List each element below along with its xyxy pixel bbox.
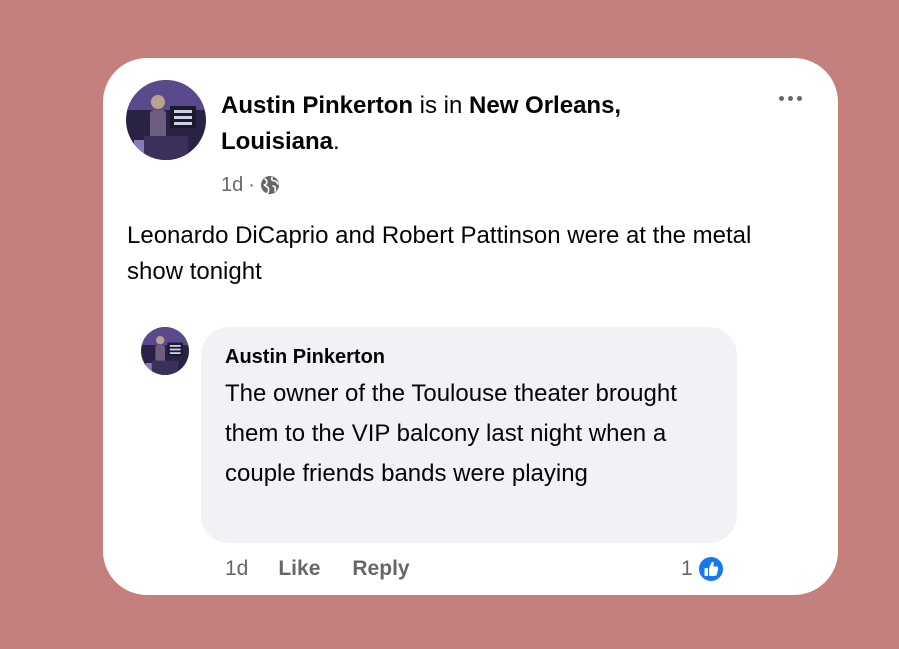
- reaction-count: 1: [681, 557, 693, 580]
- more-dot: [778, 95, 784, 101]
- more-options-icon[interactable]: [770, 86, 810, 110]
- post-header: Austin Pinkerton is in New Orleans, Loui…: [221, 88, 741, 160]
- like-button[interactable]: Like: [278, 557, 320, 581]
- header-period: .: [333, 128, 340, 155]
- comment-author-name[interactable]: Austin Pinkerton: [225, 344, 715, 370]
- like-reaction-icon: [696, 555, 725, 583]
- meta-separator: ·: [248, 173, 255, 196]
- comment-author-avatar[interactable]: [141, 327, 189, 375]
- more-dot: [796, 95, 802, 101]
- globe-icon[interactable]: [260, 175, 280, 195]
- reply-button[interactable]: Reply: [352, 557, 409, 581]
- comment-timestamp[interactable]: 1d: [225, 557, 248, 581]
- post-body-text: Leonardo DiCaprio and Robert Pattinson w…: [127, 222, 752, 285]
- more-dot: [787, 95, 793, 101]
- post-meta: 1d ·: [221, 170, 280, 200]
- comment-text: The owner of the Toulouse theater brough…: [225, 380, 677, 487]
- post-card: Austin Pinkerton is in New Orleans, Loui…: [103, 58, 838, 595]
- comment-bubble: Austin Pinkerton The owner of the Toulou…: [201, 327, 737, 543]
- post-author-name[interactable]: Austin Pinkerton: [221, 92, 413, 119]
- post-timestamp[interactable]: 1d: [221, 174, 243, 197]
- location-connector: is in: [413, 92, 470, 119]
- comment-actions: 1d Like Reply: [225, 554, 442, 584]
- post-author-avatar[interactable]: [126, 80, 206, 160]
- comment-reactions[interactable]: 1: [681, 554, 725, 584]
